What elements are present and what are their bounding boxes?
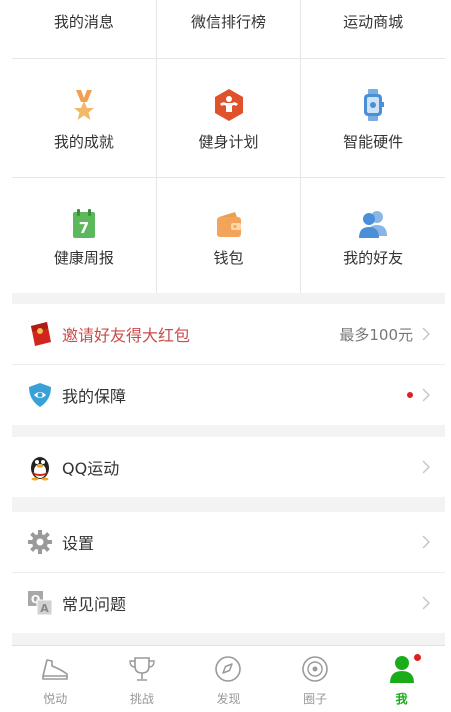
grid-item-label: 微信排行榜 xyxy=(191,13,267,31)
grid-row-3: 7 健康周报 钱包 我的好友 xyxy=(12,178,445,293)
grid-item-my-friends[interactable]: 我的好友 xyxy=(301,178,445,293)
grid-item-achievements[interactable]: 我的成就 xyxy=(12,59,157,177)
qq-penguin-icon xyxy=(26,453,54,481)
chevron-right-icon xyxy=(422,327,431,341)
grid-item-label: 我的成就 xyxy=(53,133,114,151)
faq-item[interactable]: Q A 常见问题 xyxy=(12,573,445,633)
grid-item-label: 我的好友 xyxy=(343,249,404,267)
shoe-icon xyxy=(42,659,69,680)
grid-item-label: 健身计划 xyxy=(198,133,259,151)
calendar-icon: 7 xyxy=(72,209,95,238)
tab-yuedong[interactable]: 悦动 xyxy=(12,646,99,712)
chevron-right-icon xyxy=(422,596,431,610)
grid-item-wallet[interactable]: 钱包 xyxy=(157,178,302,293)
grid-item-label: 钱包 xyxy=(213,249,244,267)
grid-item-label: 运动商城 xyxy=(343,13,404,31)
grid-row-1: 我的消息 微信排行榜 运动商城 xyxy=(12,0,445,59)
trophy-icon xyxy=(129,657,155,681)
shield-icon xyxy=(26,381,54,409)
qa-icon: Q A xyxy=(26,589,54,617)
tab-label: 我 xyxy=(395,692,408,706)
grid-item-label: 我的消息 xyxy=(53,13,114,31)
chevron-right-icon xyxy=(422,460,431,474)
qq-sport-label: QQ运动 xyxy=(62,459,120,478)
qq-sport-item[interactable]: QQ运动 xyxy=(12,437,445,497)
screen: 我的消息 微信排行榜 运动商城 我的成就 健身计划 智能硬件 7 健康周报 钱包… xyxy=(12,0,445,645)
my-insurance-item[interactable]: 我的保障 xyxy=(12,365,445,425)
tab-me[interactable]: 我 xyxy=(358,646,445,712)
tab-discover[interactable]: 发现 xyxy=(185,646,272,712)
notification-dot xyxy=(407,392,413,398)
svg-text:A: A xyxy=(40,602,49,615)
settings-label: 设置 xyxy=(62,534,95,553)
red-envelope-icon xyxy=(26,320,54,348)
grid-item-messages[interactable]: 我的消息 xyxy=(12,0,157,58)
bottom-tab-bar: 悦动 挑战 发现 圈子 我 xyxy=(12,645,445,712)
grid-item-label: 智能硬件 xyxy=(343,133,404,151)
friends-icon xyxy=(359,211,388,238)
my-insurance-label: 我的保障 xyxy=(62,387,127,406)
tab-challenge[interactable]: 挑战 xyxy=(99,646,186,712)
calendar-day: 7 xyxy=(79,219,89,237)
settings-item[interactable]: 设置 xyxy=(12,512,445,573)
tab-label: 挑战 xyxy=(129,692,154,706)
tab-label: 圈子 xyxy=(303,692,328,706)
faq-label: 常见问题 xyxy=(62,595,127,614)
promo-section: 邀请好友得大红包 最多100元 我的保障 xyxy=(12,304,445,425)
invite-reward-text: 最多100元 xyxy=(339,325,413,344)
qq-section: QQ运动 xyxy=(12,437,445,497)
gear-icon xyxy=(26,528,54,556)
tab-label: 发现 xyxy=(216,692,241,706)
medal-icon xyxy=(73,90,94,120)
grid-item-sports-mall[interactable]: 运动商城 xyxy=(301,0,445,58)
fitness-icon xyxy=(214,89,243,121)
tab-label: 悦动 xyxy=(43,692,68,706)
grid-item-label: 健康周报 xyxy=(53,249,114,267)
grid-item-fitness-plan[interactable]: 健身计划 xyxy=(157,59,302,177)
compass-icon xyxy=(215,656,242,682)
circle-icon xyxy=(302,656,328,682)
settings-section: 设置 Q A 常见问题 xyxy=(12,512,445,633)
notification-dot xyxy=(414,654,422,661)
tab-circle[interactable]: 圈子 xyxy=(272,646,359,712)
feature-grid: 我的消息 微信排行榜 运动商城 我的成就 健身计划 智能硬件 7 健康周报 钱包… xyxy=(12,0,445,293)
grid-item-smart-hardware[interactable]: 智能硬件 xyxy=(301,59,445,177)
grid-row-2: 我的成就 健身计划 智能硬件 xyxy=(12,59,445,178)
chevron-right-icon xyxy=(422,388,431,402)
wallet-icon xyxy=(216,212,241,237)
chevron-right-icon xyxy=(422,535,431,549)
invite-friends-item[interactable]: 邀请好友得大红包 最多100元 xyxy=(12,304,445,365)
grid-item-wechat-ranking[interactable]: 微信排行榜 xyxy=(157,0,302,58)
invite-friends-label: 邀请好友得大红包 xyxy=(62,326,191,345)
grid-item-health-report[interactable]: 7 健康周报 xyxy=(12,178,157,293)
smartwatch-icon xyxy=(364,89,385,121)
